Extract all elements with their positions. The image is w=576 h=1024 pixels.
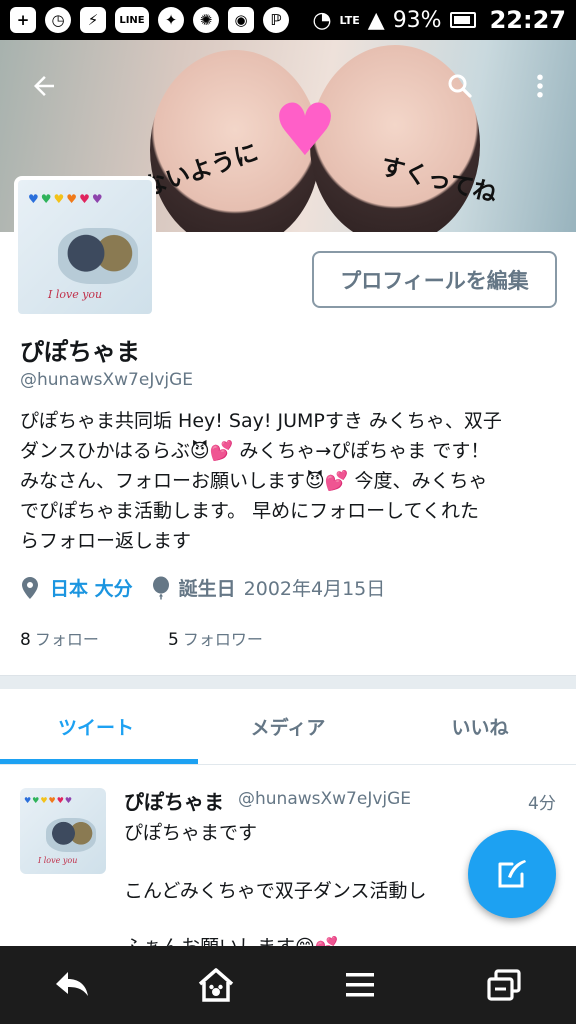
back-icon <box>56 972 88 996</box>
profile-bio: ぴぽちゃま共同垢 Hey! Say! JUMPすき みくちゃ、双子 ダンスひかは… <box>20 406 560 556</box>
battery-saver-icon: ⚡ <box>80 7 106 33</box>
teddy-bears-image <box>58 228 138 284</box>
battery-percent: 93% <box>392 7 442 33</box>
tab-tweets[interactable]: ツイート <box>0 689 192 764</box>
tab-likes[interactable]: いいね <box>384 689 576 764</box>
signal-icon: ▲ <box>367 7 385 33</box>
bio-line: みなさん、フォローお願いします😈💕 今度、みくちゃ <box>20 470 488 492</box>
tweet-timestamp: 4分 <box>528 794 556 814</box>
avatar[interactable]: ♥ ♥ ♥ ♥ ♥ ♥ I love you <box>14 176 156 318</box>
compose-quill-icon <box>498 860 526 888</box>
system-menu-button[interactable] <box>330 955 390 1015</box>
avatar-caption: I love you <box>48 288 103 301</box>
profile-tabs: ツイート メディア いいね <box>0 689 576 765</box>
chick-icon: ◉ <box>228 7 254 33</box>
location-link[interactable]: 日本 大分 <box>50 574 133 601</box>
bio-line: らフォロー返します <box>20 530 192 552</box>
search-button[interactable] <box>436 62 484 110</box>
bio-line: でぴぽちゃま活動します。 早めにフォローしてくれた <box>20 500 480 522</box>
bio-line: ダンスひかはるらぶ😈💕 みくちゃ→ぴぽちゃま です！ <box>20 440 490 462</box>
system-back-button[interactable] <box>42 955 102 1015</box>
profile-meta: 日本 大分 誕生日 2002年4月15日 <box>20 574 385 601</box>
section-divider <box>0 675 576 689</box>
birthday-value: 2002年4月15日 <box>243 578 386 600</box>
twitter-bird-icon: ✦ <box>158 7 184 33</box>
battery-icon <box>449 12 476 28</box>
avatar-caption: I love you <box>38 856 78 865</box>
edit-profile-button[interactable]: プロフィールを編集 <box>312 251 557 308</box>
tweet-text-line: こんどみくちゃで双子ダンス活動し <box>124 880 427 902</box>
compose-tweet-button[interactable] <box>468 830 556 918</box>
tweet-avatar[interactable]: ♥ ♥ ♥ ♥ ♥ ♥ I love you <box>20 788 106 874</box>
following-link[interactable]: 8 フォロー <box>20 626 99 650</box>
system-indicators: ◔ LTE ▲ 93% 22:27 <box>312 6 566 34</box>
followers-count: 5 <box>168 630 179 650</box>
nfc-icon: ℙ <box>263 7 289 33</box>
user-handle: @hunawsXw7eJvjGE <box>20 370 194 390</box>
heart-row-icon: ♥ ♥ ♥ ♥ ♥ ♥ <box>24 796 73 805</box>
display-name: ぴぽちゃま <box>20 338 140 366</box>
active-tab-indicator <box>0 759 198 764</box>
location-pin-icon <box>22 576 38 599</box>
search-icon <box>448 74 472 98</box>
lte-label: LTE <box>339 13 360 27</box>
heart-icon: ♥ <box>272 88 338 172</box>
plus-icon: + <box>10 7 36 33</box>
more-options-button[interactable] <box>516 62 564 110</box>
home-icon <box>198 968 234 1002</box>
tweet-author-name: ぴぽちゃま <box>124 790 224 814</box>
status-bar: + ◷ ⚡ LINE ✦ ✺ ◉ ℙ ◔ LTE ▲ 93% 22:27 <box>0 0 576 40</box>
balloon-icon <box>152 576 169 599</box>
back-arrow-icon <box>34 76 54 96</box>
birthday-label: 誕生日 <box>178 578 236 600</box>
system-recent-apps-button[interactable] <box>474 955 534 1015</box>
clock-status-icon: ◔ <box>312 7 332 33</box>
recent-apps-icon <box>487 969 521 1001</box>
more-vertical-icon <box>537 74 543 98</box>
system-home-button[interactable] <box>186 955 246 1015</box>
notification-icons: + ◷ ⚡ LINE ✦ ✺ ◉ ℙ <box>10 7 289 33</box>
line-app-icon: LINE <box>115 7 149 33</box>
tweet-author-handle: @hunawsXw7eJvjGE <box>238 789 412 809</box>
following-count: 8 <box>20 630 31 650</box>
alarm-icon: ◷ <box>45 7 71 33</box>
status-time: 22:27 <box>489 6 566 34</box>
heart-row-icon: ♥ ♥ ♥ ♥ ♥ ♥ <box>28 192 103 206</box>
followers-link[interactable]: 5 フォロワー <box>168 626 263 650</box>
following-label: フォロー <box>34 630 99 649</box>
avatar-image: ♥ ♥ ♥ ♥ ♥ ♥ I love you <box>18 180 152 314</box>
bio-line: ぴぽちゃま共同垢 Hey! Say! JUMPすき みくちゃ、双子 <box>20 410 502 432</box>
tab-media[interactable]: メディア <box>192 689 384 764</box>
followers-label: フォロワー <box>182 630 263 649</box>
system-navigation-bar <box>0 946 576 1024</box>
tweet-text-line: ぴぽちゃまです <box>124 822 258 844</box>
teddy-bears-image <box>46 818 96 852</box>
back-button[interactable] <box>20 62 68 110</box>
menu-icon <box>346 973 374 997</box>
game-icon: ✺ <box>193 7 219 33</box>
